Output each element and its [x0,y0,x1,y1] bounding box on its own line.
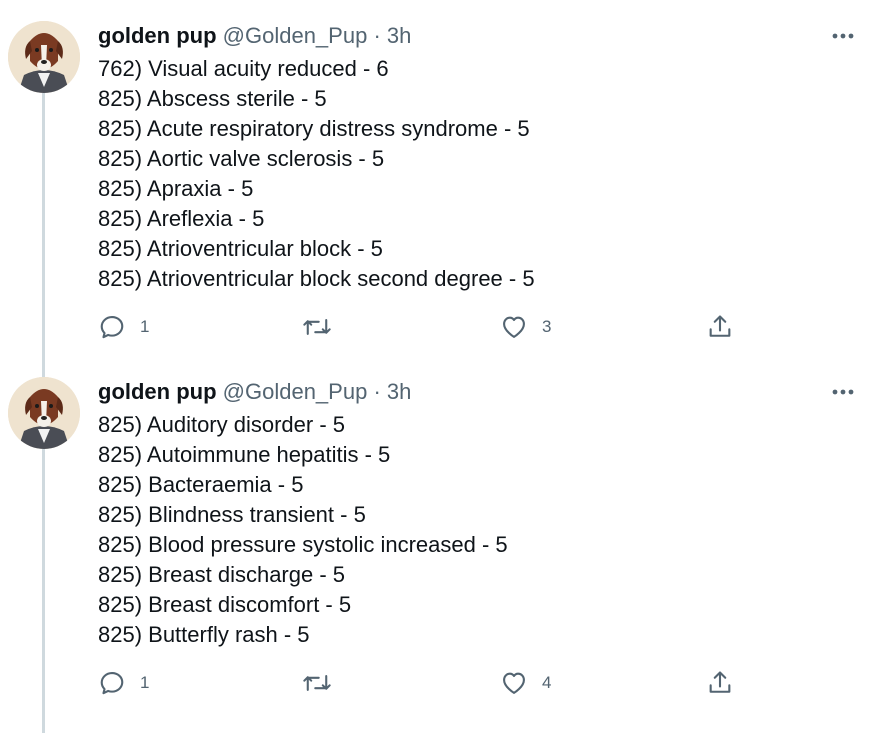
reply-button[interactable]: 1 [98,310,149,344]
tweet-text-line: 825) Areflexia - 5 [98,206,265,231]
tweet-text-line: 825) Atrioventricular block second degre… [98,266,535,291]
tweet-timestamp[interactable]: 3h [387,379,411,404]
heart-icon [503,672,525,694]
share-icon [709,671,731,693]
reply-icon [100,672,124,695]
reply-count: 1 [140,317,150,336]
tweet-text-line: 825) Butterfly rash - 5 [98,622,310,647]
avatar[interactable] [8,377,80,449]
tweet-text-line: 762) Visual acuity reduced - 6 [98,56,389,81]
share-button[interactable] [706,310,734,344]
separator-dot: · [373,379,381,404]
avatar[interactable] [8,21,80,93]
tweet-header: golden pup @Golden_Pup · 3h [98,376,411,408]
tweet-text-line: 825) Bacteraemia - 5 [98,472,304,497]
tweet[interactable]: golden pup @Golden_Pup · 3h 762) Visual … [0,20,883,360]
tweet-actions: 1 4 [98,666,758,700]
tweet-text: 825) Auditory disorder - 5 825) Autoimmu… [98,410,508,650]
tweet-text: 762) Visual acuity reduced - 6 825) Absc… [98,54,535,294]
tweet-text-line: 825) Autoimmune hepatitis - 5 [98,442,391,467]
tweet-text-line: 825) Breast discomfort - 5 [98,592,352,617]
tweet-text-line: 825) Blindness transient - 5 [98,502,366,527]
author-handle[interactable]: @Golden_Pup [223,23,368,48]
reply-icon [100,316,124,339]
tweet-header: golden pup @Golden_Pup · 3h [98,20,411,52]
like-count: 3 [542,317,552,336]
tweet-text-line: 825) Acute respiratory distress syndrome… [98,116,530,141]
tweet-actions: 1 3 [98,310,758,344]
tweet[interactable]: golden pup @Golden_Pup · 3h 825) Auditor… [0,376,883,722]
retweet-button[interactable] [302,666,346,700]
heart-icon [503,316,525,338]
tweet-text-line: 825) Breast discharge - 5 [98,562,346,587]
retweet-icon [303,675,331,691]
tweet-text-line: 825) Auditory disorder - 5 [98,412,346,437]
tweet-text-line: 825) Aortic valve sclerosis - 5 [98,146,385,171]
share-icon [709,315,731,337]
author-handle[interactable]: @Golden_Pup [223,379,368,404]
author-name[interactable]: golden pup [98,379,217,404]
author-name[interactable]: golden pup [98,23,217,48]
like-button[interactable]: 3 [500,310,551,344]
like-count: 4 [542,673,552,692]
tweet-timestamp[interactable]: 3h [387,23,411,48]
reply-count: 1 [140,673,150,692]
share-button[interactable] [706,666,734,700]
more-options-icon[interactable] [830,384,856,400]
tweet-text-line: 825) Blood pressure systolic increased -… [98,532,508,557]
like-button[interactable]: 4 [500,666,551,700]
tweet-text-line: 825) Abscess sterile - 5 [98,86,327,111]
tweet-text-line: 825) Atrioventricular block - 5 [98,236,383,261]
retweet-icon [303,319,331,335]
retweet-button[interactable] [302,310,346,344]
more-options-icon[interactable] [830,28,856,44]
reply-button[interactable]: 1 [98,666,149,700]
tweet-text-line: 825) Apraxia - 5 [98,176,254,201]
separator-dot: · [373,23,381,48]
